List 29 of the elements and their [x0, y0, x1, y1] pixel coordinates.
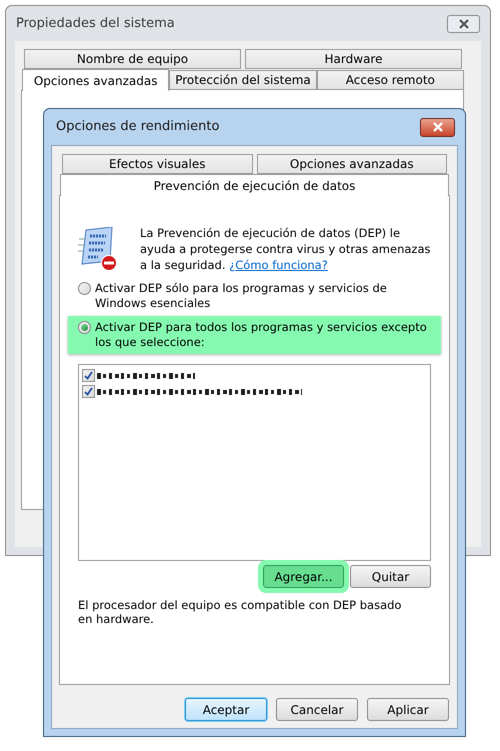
checkbox[interactable]: [82, 385, 95, 398]
tab[interactable]: Nombre de equipo: [24, 49, 241, 69]
dialog-button[interactable]: Cancelar: [276, 698, 358, 721]
tab[interactable]: Protección del sistema: [169, 70, 317, 90]
checkbox[interactable]: [82, 369, 95, 382]
dialog-title: Opciones de rendimiento: [56, 118, 220, 136]
tab[interactable]: Prevención de ejecución de datos: [60, 174, 449, 196]
close-icon: [432, 122, 444, 132]
binary-document-icon: [78, 227, 118, 272]
dialog-button[interactable]: Aplicar: [367, 698, 449, 721]
radio-button[interactable]: [78, 282, 91, 295]
window-title: Propiedades del sistema: [16, 14, 175, 33]
tab[interactable]: Acceso remoto: [316, 70, 464, 90]
close-button[interactable]: [420, 118, 455, 136]
tab[interactable]: Efectos visuales: [62, 154, 252, 174]
help-link[interactable]: ¿Cómo funciona?: [229, 258, 328, 272]
dialog-button[interactable]: Aceptar: [185, 698, 267, 721]
close-icon: [458, 18, 470, 28]
close-button[interactable]: [447, 14, 480, 32]
radio-button[interactable]: [78, 321, 91, 334]
tab[interactable]: Hardware: [245, 49, 462, 69]
tab[interactable]: Opciones avanzadas: [256, 154, 447, 174]
description-text: La Prevención de ejecución de datos (DEP) le ayuda a protegerse contra virus y otras amenazas a la seguridad. ¿Cómo funciona?: [140, 225, 431, 273]
exceptions-list[interactable]: [78, 364, 431, 561]
option-label: Activar DEP sólo para los programas y servicios de Windows esenciales: [95, 281, 388, 311]
option-label: Activar DEP para todos los programas y servicios excepto los que seleccione:: [95, 320, 428, 350]
list-button[interactable]: Quitar: [350, 565, 431, 588]
hardware-note: El procesador del equipo es compatible con DEP basado en hardware.: [78, 598, 402, 626]
tab[interactable]: Opciones avanzadas: [22, 69, 170, 91]
